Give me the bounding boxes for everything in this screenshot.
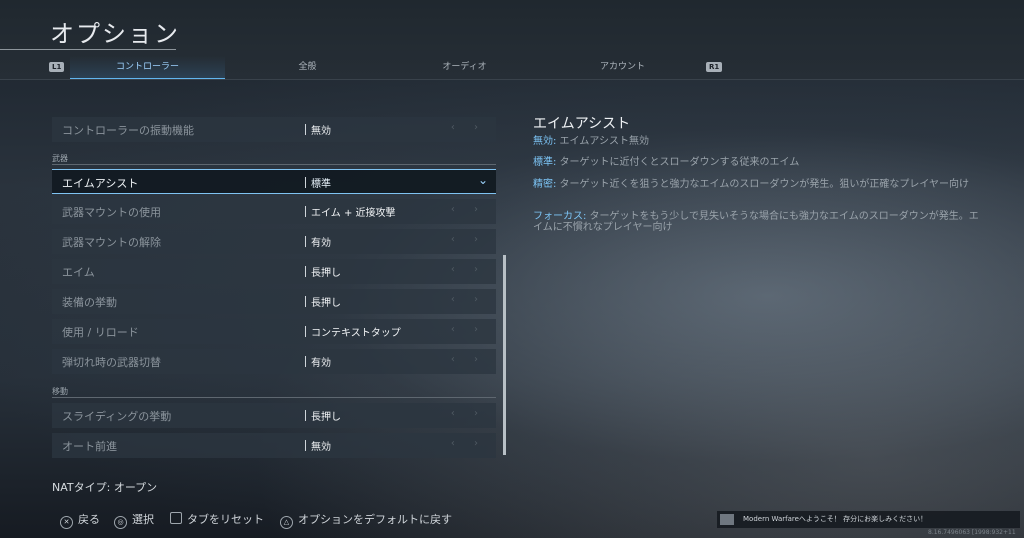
setting-auto-sprint[interactable]: オート前進 無効 ‹ › xyxy=(52,433,496,458)
settings-list: コントローラーの振動機能 無効 ‹ › 武器 エイムアシスト 標準 ⌄ 武器マウ… xyxy=(52,115,496,460)
value-divider xyxy=(305,124,306,135)
setting-value: コンテキストタップ xyxy=(311,328,401,339)
tab-bar: コントローラー 全般 オーディオ アカウント xyxy=(0,56,1024,80)
value-divider xyxy=(305,266,306,277)
setting-controller-vibration[interactable]: コントローラーの振動機能 無効 ‹ › xyxy=(52,117,496,142)
setting-label: 弾切れ時の武器切替 xyxy=(62,356,161,369)
tab-audio[interactable]: オーディオ xyxy=(387,56,542,78)
triangle-icon: △ xyxy=(280,516,293,529)
setting-label: オート前進 xyxy=(62,440,117,453)
arrows-icon[interactable]: ‹ › xyxy=(451,324,486,335)
setting-label: エイムアシスト xyxy=(62,177,139,190)
section-label-movement: 移動 xyxy=(52,387,68,396)
section-divider xyxy=(52,397,496,398)
setting-label: 武器マウントの使用 xyxy=(62,206,161,219)
bumper-l1[interactable]: L1 xyxy=(49,62,65,72)
value-divider xyxy=(305,177,306,188)
setting-label: エイム xyxy=(62,266,95,279)
nat-type: NATタイプ: オープン xyxy=(52,481,158,494)
detail-key: 標準: xyxy=(533,157,557,168)
detail-text: ターゲット近くを狙うと強力なエイムのスローダウンが発生。狙いが正確なプレイヤー向… xyxy=(556,179,970,190)
arrows-icon[interactable]: ‹ › xyxy=(451,264,486,275)
setting-value: 無効 xyxy=(311,126,331,137)
section-label-weapons: 武器 xyxy=(52,154,68,163)
tab-general[interactable]: 全般 xyxy=(230,56,385,78)
settings-scrollbar[interactable] xyxy=(503,255,506,455)
setting-aim-assist[interactable]: エイムアシスト 標準 ⌄ xyxy=(52,169,496,194)
reset-default-label: オプションをデフォルトに戻す xyxy=(298,513,452,526)
back-button[interactable]: ✕ 戻る xyxy=(60,511,100,529)
detail-title: エイムアシスト xyxy=(533,116,631,132)
setting-label: 武器マウントの解除 xyxy=(62,236,161,249)
arrows-icon[interactable]: ‹ › xyxy=(451,122,486,133)
setting-value: 長押し xyxy=(311,298,341,309)
detail-key: 精密: xyxy=(533,179,557,190)
toast-message: Modern Warfareへようこそ！ 存分にお楽しみください！ xyxy=(743,515,928,523)
circle-icon: ◎ xyxy=(114,516,127,529)
setting-empty-weapon-switch[interactable]: 弾切れ時の武器切替 有効 ‹ › xyxy=(52,349,496,374)
welcome-toast: Modern Warfareへようこそ！ 存分にお楽しみください！ xyxy=(717,511,1020,528)
section-divider xyxy=(52,164,496,165)
arrows-icon[interactable]: ‹ › xyxy=(451,354,486,365)
square-icon xyxy=(170,512,182,524)
tab-controller[interactable]: コントローラー xyxy=(70,56,225,80)
setting-aim[interactable]: エイム 長押し ‹ › xyxy=(52,259,496,284)
value-divider xyxy=(305,440,306,451)
setting-value: エイム + 近接攻撃 xyxy=(311,208,396,219)
header-divider xyxy=(0,79,1024,80)
detail-text: ターゲットに近付くとスローダウンする従来のエイム xyxy=(556,157,800,168)
select-button[interactable]: ◎ 選択 xyxy=(114,511,154,529)
arrows-icon[interactable]: ‹ › xyxy=(451,408,486,419)
arrows-icon[interactable]: ‹ › xyxy=(451,204,486,215)
arrows-icon[interactable]: ‹ › xyxy=(451,294,486,305)
detail-line-focus: フォーカス: ターゲットをもう少しで見失いそうな場合にも強力なエイムのスローダウ… xyxy=(533,211,983,233)
setting-label: コントローラーの振動機能 xyxy=(62,124,194,137)
reset-default-button[interactable]: △ オプションをデフォルトに戻す xyxy=(280,511,452,529)
bumper-r1[interactable]: R1 xyxy=(706,62,723,72)
page-title: オプション xyxy=(50,20,180,48)
tab-account[interactable]: アカウント xyxy=(545,56,700,78)
detail-line-precise: 精密: ターゲット近くを狙うと強力なエイムのスローダウンが発生。狙いが正確なプレ… xyxy=(533,179,983,190)
version-string: 8.16.7496063 [1998:932+11 xyxy=(928,529,1016,536)
setting-equipment-behavior[interactable]: 装備の挙動 長押し ‹ › xyxy=(52,289,496,314)
select-label: 選択 xyxy=(132,513,154,526)
value-divider xyxy=(305,236,306,247)
back-label: 戻る xyxy=(78,513,100,526)
chevron-down-icon[interactable]: ⌄ xyxy=(478,173,488,187)
setting-label: 使用 / リロード xyxy=(62,326,139,339)
detail-text: ターゲットをもう少しで見失いそうな場合にも強力なエイムのスローダウンが発生。エイ… xyxy=(533,211,979,233)
detail-key: フォーカス: xyxy=(533,211,587,222)
value-divider xyxy=(305,356,306,367)
setting-value: 有効 xyxy=(311,358,331,369)
detail-line-standard: 標準: ターゲットに近付くとスローダウンする従来のエイム xyxy=(533,157,983,168)
detail-text: エイムアシスト無効 xyxy=(556,136,649,147)
arrows-icon[interactable]: ‹ › xyxy=(451,234,486,245)
setting-value: 長押し xyxy=(311,268,341,279)
reset-tab-button[interactable]: タブをリセット xyxy=(170,511,264,527)
setting-value: 標準 xyxy=(311,179,331,190)
setting-weapon-mount-release[interactable]: 武器マウントの解除 有効 ‹ › xyxy=(52,229,496,254)
cross-icon: ✕ xyxy=(60,516,73,529)
setting-weapon-mount-use[interactable]: 武器マウントの使用 エイム + 近接攻撃 ‹ › xyxy=(52,199,496,224)
value-divider xyxy=(305,206,306,217)
setting-label: スライディングの挙動 xyxy=(62,410,172,423)
reset-tab-label: タブをリセット xyxy=(187,513,264,526)
value-divider xyxy=(305,326,306,337)
setting-slide-behavior[interactable]: スライディングの挙動 長押し ‹ › xyxy=(52,403,496,428)
setting-value: 有効 xyxy=(311,238,331,249)
setting-label: 装備の挙動 xyxy=(62,296,117,309)
title-underline xyxy=(0,49,176,50)
setting-use-reload[interactable]: 使用 / リロード コンテキストタップ ‹ › xyxy=(52,319,496,344)
detail-key: 無効: xyxy=(533,136,557,147)
setting-value: 長押し xyxy=(311,412,341,423)
value-divider xyxy=(305,410,306,421)
detail-line-off: 無効: エイムアシスト無効 xyxy=(533,136,983,147)
avatar xyxy=(720,514,734,525)
value-divider xyxy=(305,296,306,307)
setting-value: 無効 xyxy=(311,442,331,453)
arrows-icon[interactable]: ‹ › xyxy=(451,438,486,449)
